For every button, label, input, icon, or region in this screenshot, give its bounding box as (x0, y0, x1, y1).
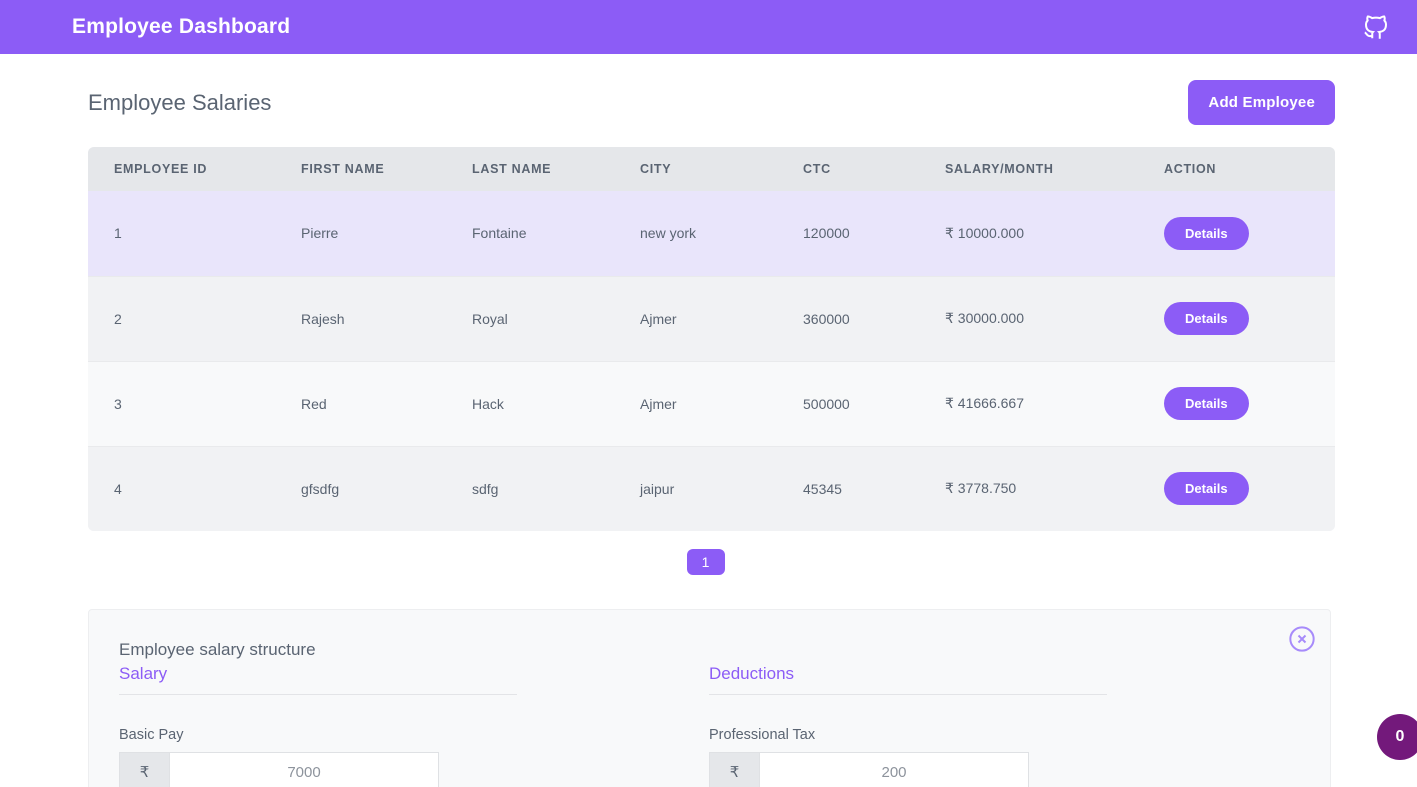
github-link[interactable] (1361, 12, 1391, 42)
professional-tax-label: Professional Tax (709, 727, 816, 743)
table-row[interactable]: 1 Pierre Fontaine new york 120000 ₹ 1000… (88, 191, 1335, 277)
cell-first-name: Rajesh (274, 276, 450, 362)
github-icon (1364, 15, 1388, 39)
pagination-page-1[interactable]: 1 (686, 549, 725, 575)
cell-action: Details (1138, 361, 1335, 447)
cell-employee-id: 4 (88, 446, 274, 531)
professional-tax-input-group: ₹ (709, 752, 1029, 787)
column-header-first-name: FIRST NAME (274, 147, 450, 191)
floating-counter-badge[interactable]: 0 (1377, 714, 1417, 760)
table-row[interactable]: 3 Red Hack Ajmer 500000 ₹ 41666.667 Deta… (88, 361, 1335, 447)
salary-panel-columns: Salary Basic Pay ₹ Deductions Profession… (89, 664, 1330, 787)
column-header-action: ACTION (1138, 147, 1335, 191)
cell-salary-month: ₹ 41666.667 (922, 361, 1138, 447)
basic-pay-input-group: ₹ (119, 752, 439, 787)
close-panel-button[interactable] (1288, 625, 1316, 653)
column-header-city: CITY (622, 147, 784, 191)
basic-pay-input[interactable] (169, 752, 439, 787)
cell-ctc: 45345 (784, 446, 922, 531)
column-header-ctc: CTC (784, 147, 922, 191)
salary-column: Salary Basic Pay ₹ (119, 664, 613, 787)
cell-employee-id: 2 (88, 276, 274, 362)
page-title: Employee Salaries (88, 89, 272, 115)
cell-first-name: Red (274, 361, 450, 447)
salary-heading: Salary (119, 664, 517, 695)
deductions-column: Deductions Professional Tax ₹ (709, 664, 1203, 787)
cell-last-name: sdfg (450, 446, 622, 531)
cell-ctc: 120000 (784, 191, 922, 277)
cell-employee-id: 1 (88, 191, 274, 277)
table-body: 1 Pierre Fontaine new york 120000 ₹ 1000… (88, 191, 1335, 531)
cell-last-name: Hack (450, 361, 622, 447)
table-row[interactable]: 4 gfsdfg sdfg jaipur 45345 ₹ 3778.750 De… (88, 446, 1335, 531)
top-navbar: Employee Dashboard (0, 0, 1417, 54)
cell-city: new york (622, 191, 784, 277)
cell-last-name: Royal (450, 276, 622, 362)
cell-city: Ajmer (622, 276, 784, 362)
cell-city: jaipur (622, 446, 784, 531)
column-header-salary-month: SALARY/MONTH (922, 147, 1138, 191)
rupee-icon: ₹ (119, 752, 169, 787)
table-header-row: EMPLOYEE ID FIRST NAME LAST NAME CITY CT… (88, 147, 1335, 191)
details-button[interactable]: Details (1164, 472, 1249, 506)
table-row[interactable]: 2 Rajesh Royal Ajmer 360000 ₹ 30000.000 … (88, 276, 1335, 362)
section-header: Employee Salaries Add Employee (0, 54, 1417, 147)
column-header-employee-id: EMPLOYEE ID (88, 147, 274, 191)
cell-ctc: 500000 (784, 361, 922, 447)
cell-city: Ajmer (622, 361, 784, 447)
add-employee-button[interactable]: Add Employee (1188, 80, 1335, 125)
deductions-heading: Deductions (709, 664, 1107, 695)
cell-action: Details (1138, 446, 1335, 531)
cell-employee-id: 3 (88, 361, 274, 447)
details-button[interactable]: Details (1164, 302, 1249, 335)
app-title: Employee Dashboard (72, 15, 291, 38)
cell-last-name: Fontaine (450, 191, 622, 277)
close-circle-icon (1289, 626, 1315, 652)
employee-table: EMPLOYEE ID FIRST NAME LAST NAME CITY CT… (88, 147, 1335, 531)
details-button[interactable]: Details (1164, 387, 1249, 420)
table-header: EMPLOYEE ID FIRST NAME LAST NAME CITY CT… (88, 147, 1335, 191)
professional-tax-input[interactable] (759, 752, 1029, 787)
cell-salary-month: ₹ 30000.000 (922, 276, 1138, 362)
employee-table-container: EMPLOYEE ID FIRST NAME LAST NAME CITY CT… (88, 147, 1335, 531)
details-button[interactable]: Details (1164, 216, 1249, 250)
cell-salary-month: ₹ 3778.750 (922, 446, 1138, 531)
cell-action: Details (1138, 191, 1335, 277)
salary-panel-title: Employee salary structure (119, 640, 316, 659)
rupee-icon: ₹ (709, 752, 759, 787)
basic-pay-label: Basic Pay (119, 727, 184, 743)
cell-action: Details (1138, 276, 1335, 362)
page-content: Employee Salaries Add Employee EMPLOYEE … (0, 54, 1417, 787)
pagination: 1 (0, 531, 1417, 575)
cell-first-name: gfsdfg (274, 446, 450, 531)
salary-structure-panel: Employee salary structure Salary Basic P… (88, 609, 1331, 787)
cell-salary-month: ₹ 10000.000 (922, 191, 1138, 277)
cell-first-name: Pierre (274, 191, 450, 277)
cell-ctc: 360000 (784, 276, 922, 362)
column-header-last-name: LAST NAME (450, 147, 622, 191)
